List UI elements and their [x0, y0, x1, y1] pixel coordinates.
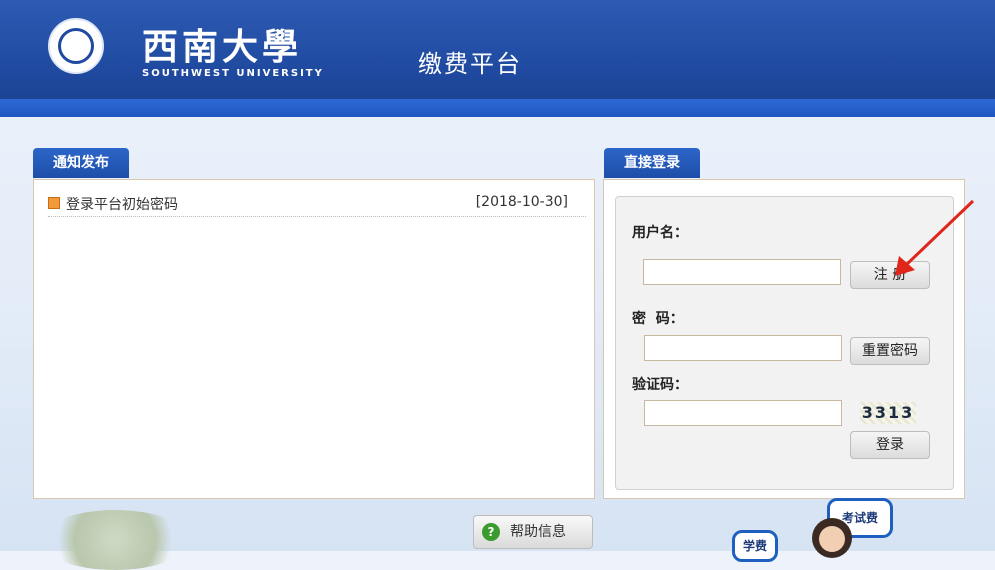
list-item[interactable]: 登录平台初始密码 [2018-10-30]	[48, 192, 586, 217]
tree-decoration	[40, 510, 190, 570]
help-label: 帮助信息	[510, 524, 566, 540]
tab-login[interactable]: 直接登录	[604, 148, 700, 178]
username-input[interactable]	[643, 259, 841, 285]
tab-notice[interactable]: 通知发布	[33, 148, 129, 178]
arrow-bullet-icon	[48, 197, 60, 209]
notice-title[interactable]: 登录平台初始密码	[66, 194, 178, 214]
person-face	[819, 526, 845, 552]
university-name-en: SOUTHWEST UNIVERSITY	[142, 68, 324, 79]
notice-panel	[33, 179, 595, 499]
question-circle-icon: ?	[482, 523, 500, 541]
captcha-label: 验证码：	[632, 377, 688, 393]
platform-title: 缴费平台	[418, 50, 522, 78]
help-button[interactable]: ? 帮助信息	[473, 515, 593, 549]
speech-bubble-tuition: 学费	[732, 530, 778, 562]
captcha-input[interactable]	[644, 400, 842, 426]
login-button[interactable]: 登录	[850, 431, 930, 459]
notice-date: [2018-10-30]	[475, 194, 568, 210]
password-label: 密 码：	[632, 311, 684, 327]
header-bar	[0, 99, 995, 117]
reset-password-button[interactable]: 重置密码	[850, 337, 930, 365]
username-label: 用户名：	[632, 225, 688, 241]
header: 西南大學 SOUTHWEST UNIVERSITY 缴费平台	[0, 0, 995, 117]
university-name-cn: 西南大學	[142, 26, 303, 68]
captcha-image[interactable]: 3313	[860, 402, 916, 424]
password-input[interactable]	[644, 335, 842, 361]
university-seal-icon	[48, 18, 104, 74]
red-arrow-icon	[895, 199, 975, 276]
